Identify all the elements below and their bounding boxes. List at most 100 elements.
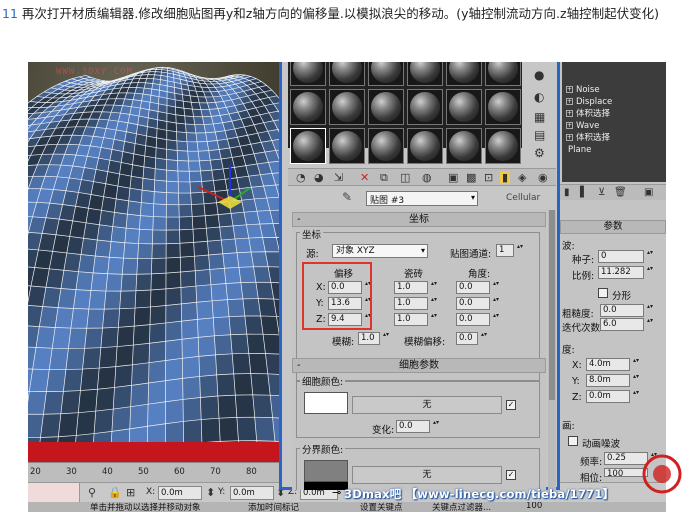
backlight-icon[interactable]: ◐ [534, 90, 544, 104]
tiling-x-spinner[interactable]: 1.0 [394, 281, 437, 294]
material-sample-slot[interactable] [329, 89, 365, 125]
cell-map-checkbox[interactable]: ✓ [506, 400, 516, 410]
make-unique-icon[interactable]: ⊻ [598, 187, 605, 198]
iterations-spinner[interactable]: 6.0 [600, 318, 653, 331]
key-filter-button[interactable]: 关键点过滤器... [432, 502, 491, 512]
division-color-swatch[interactable] [304, 460, 348, 482]
pick-by-material-icon[interactable]: ◉ [538, 171, 548, 184]
material-sample-slot[interactable] [446, 62, 482, 86]
map-type-button[interactable]: Cellular [506, 193, 540, 203]
effects-channel-icon[interactable]: ▣ [448, 171, 458, 184]
cellular-rollout-header[interactable]: - 细胞参数 [292, 358, 546, 373]
show-map-icon[interactable]: ▩ [466, 171, 476, 184]
source-dropdown[interactable]: 对象 XYZ ▾ [332, 244, 428, 258]
material-sample-slot[interactable] [407, 62, 443, 86]
modifier-item[interactable]: + Wave [564, 120, 664, 132]
scale-spinner[interactable]: 11.282 [598, 266, 653, 279]
strength-x-spinner[interactable]: 4.0m [586, 358, 639, 371]
roughness-spinner[interactable]: 0.0 [600, 304, 653, 317]
angle-y-spinner[interactable]: 0.0 [456, 297, 499, 310]
seed-spinner[interactable]: 0 [598, 250, 653, 263]
show-end-result-icon[interactable]: ▌ [580, 187, 588, 198]
options-icon[interactable]: ⚙ [534, 146, 545, 160]
variation-spinner[interactable]: 0.0 [396, 420, 439, 433]
material-sample-slot[interactable] [485, 128, 521, 164]
configure-sets-icon[interactable]: ▣ [644, 187, 653, 198]
pin-icon[interactable]: ⚲ [88, 486, 96, 499]
material-sample-slot[interactable] [485, 62, 521, 86]
material-sample-slot[interactable] [329, 128, 365, 164]
modifier-item[interactable]: + Noise [564, 84, 664, 96]
blur-offset-spinner[interactable]: 0.0 [456, 332, 487, 345]
go-to-parent-icon[interactable]: ▮ [500, 171, 511, 184]
tiling-header: 瓷砖 [404, 269, 424, 280]
division-color-swatch-2[interactable] [304, 482, 348, 490]
animate-noise-checkbox[interactable] [568, 436, 578, 446]
strength-z-spinner[interactable]: 0.0m [586, 390, 639, 403]
reset-icon[interactable]: ✕ [360, 171, 369, 184]
pin-stack-icon[interactable]: ▮ [564, 187, 570, 198]
material-sample-slot[interactable] [368, 62, 404, 86]
blur-spinner[interactable]: 1.0 [358, 332, 389, 345]
material-sample-slot[interactable] [290, 62, 326, 86]
material-sample-slot[interactable] [407, 89, 443, 125]
cell-color-swatch[interactable] [304, 392, 348, 414]
x-coord-field[interactable]: 0.0m [158, 486, 202, 500]
lock-icon[interactable]: 🔒 [108, 486, 122, 499]
material-sample-slot[interactable] [368, 128, 404, 164]
perspective-viewport[interactable]: WWW.3DXY.COM [28, 62, 283, 442]
assign-icon[interactable]: ⇲ [334, 171, 343, 184]
modifier-item[interactable]: + 体积选择 [564, 108, 664, 120]
material-sample-slot[interactable] [446, 89, 482, 125]
eyedropper-icon[interactable]: ✎ [342, 190, 352, 204]
material-sample-slot[interactable] [446, 128, 482, 164]
copy-icon[interactable]: ⧉ [380, 171, 388, 185]
map-channel-spinner[interactable]: 1 [496, 244, 523, 257]
set-key-button[interactable]: 设置关键点 [360, 502, 403, 512]
division-map-button[interactable]: 无 [352, 466, 502, 484]
y-coord-field[interactable]: 0.0m [230, 486, 274, 500]
unique-icon[interactable]: ◫ [400, 171, 410, 184]
remove-modifier-icon[interactable]: 🗑 [614, 187, 627, 198]
get-material-icon[interactable]: ◔ [296, 171, 306, 184]
modifier-item[interactable]: + Displace [564, 96, 664, 108]
angle-x-spinner[interactable]: 0.0 [456, 281, 499, 294]
material-sample-slot[interactable] [329, 62, 365, 86]
put-to-scene-icon[interactable]: ◕ [314, 171, 324, 184]
maxscript-listener[interactable] [28, 483, 80, 503]
modifier-item[interactable]: + 体积选择 [564, 132, 664, 144]
division-map-checkbox[interactable]: ✓ [506, 470, 516, 480]
track-bar[interactable]: 20 30 40 50 60 70 80 [28, 462, 283, 482]
add-time-tag[interactable]: 添加时间标记 [248, 502, 299, 512]
strength-z-label: Z: [572, 392, 582, 403]
background-icon[interactable]: ▦ [534, 110, 545, 124]
strength-y-spinner[interactable]: 8.0m [586, 374, 639, 387]
cell-map-button[interactable]: 无 [352, 396, 502, 414]
map-name-field[interactable]: 贴图 #3 ▾ [366, 191, 478, 206]
tiling-z-spinner[interactable]: 1.0 [394, 313, 437, 326]
coordinates-rollout-header[interactable]: - 坐标 [292, 212, 546, 227]
spinner-icon[interactable]: ⬍ [206, 486, 215, 499]
sample-type-icon[interactable]: ● [534, 68, 544, 82]
frame-field[interactable]: 100 [526, 502, 542, 511]
tiling-y-spinner[interactable]: 1.0 [394, 297, 437, 310]
uv-tiling-icon[interactable]: ▤ [534, 128, 545, 142]
fractal-checkbox[interactable] [598, 288, 608, 298]
angle-z-spinner[interactable]: 0.0 [456, 313, 499, 326]
go-forward-icon[interactable]: ◈ [518, 171, 526, 184]
roughness-label: 粗糙度: [562, 309, 594, 320]
material-sample-slot[interactable] [368, 89, 404, 125]
division-color-label: 分界颜色: [300, 442, 346, 456]
material-sample-slot[interactable] [485, 89, 521, 125]
absolute-mode-icon[interactable]: ⊞ [126, 486, 135, 499]
material-sample-slot[interactable] [290, 89, 326, 125]
material-sample-slot[interactable] [290, 128, 326, 164]
scroll-thumb[interactable] [549, 210, 555, 400]
params-rollout-header[interactable]: 参数 [560, 220, 666, 234]
library-icon[interactable]: ◍ [422, 171, 432, 184]
material-sample-slot[interactable] [407, 128, 443, 164]
timeline-slider[interactable] [28, 442, 283, 462]
modifier-item[interactable]: Plane [564, 144, 664, 156]
show-end-icon[interactable]: ⊡ [484, 171, 493, 184]
rollout-scrollbar[interactable] [548, 210, 556, 490]
